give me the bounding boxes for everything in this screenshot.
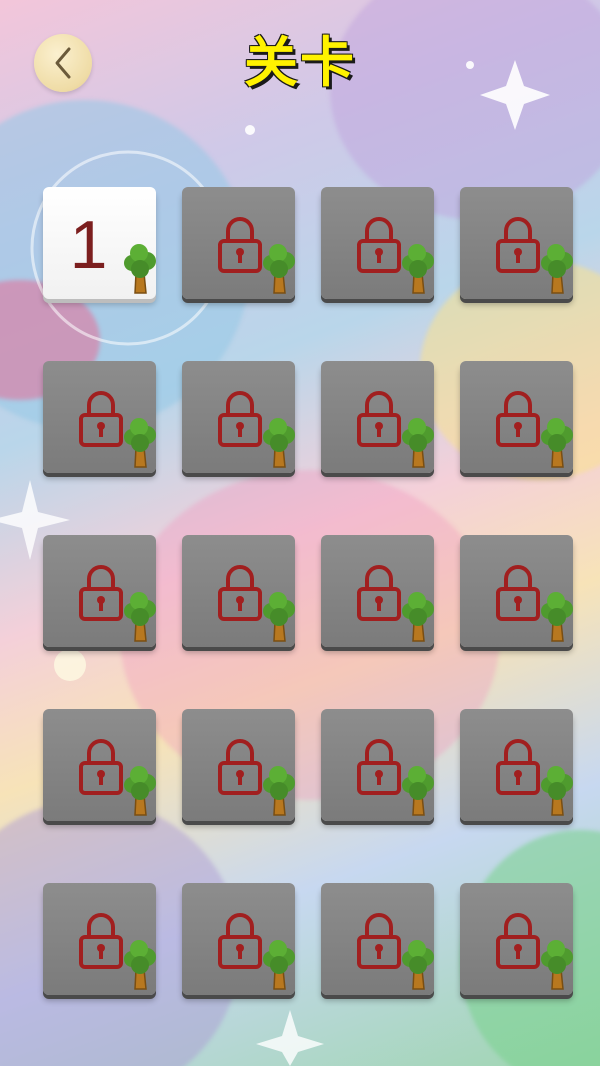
lock-icon xyxy=(357,739,401,795)
tree-icon xyxy=(124,418,156,468)
tree-icon xyxy=(402,244,434,294)
level-tile-locked[interactable] xyxy=(460,187,573,299)
level-tile-locked[interactable] xyxy=(321,187,434,299)
lock-icon xyxy=(357,391,401,447)
tree-icon xyxy=(541,418,573,468)
tree-icon xyxy=(402,940,434,990)
level-tile-locked[interactable] xyxy=(460,361,573,473)
level-tile-locked[interactable] xyxy=(182,535,295,647)
tree-icon xyxy=(124,766,156,816)
tree-icon xyxy=(124,244,156,294)
tree-icon xyxy=(263,592,295,642)
lock-icon xyxy=(357,565,401,621)
tree-icon xyxy=(263,418,295,468)
lock-icon xyxy=(496,739,540,795)
lock-icon xyxy=(218,565,262,621)
level-tile-locked[interactable] xyxy=(43,883,156,995)
tree-icon xyxy=(541,766,573,816)
level-tile-locked[interactable] xyxy=(460,709,573,821)
tree-icon xyxy=(402,592,434,642)
lock-icon xyxy=(218,913,262,969)
lock-icon xyxy=(496,217,540,273)
level-number: 1 xyxy=(69,207,108,283)
level-tile-locked[interactable] xyxy=(182,709,295,821)
tree-icon xyxy=(402,418,434,468)
tree-icon xyxy=(124,592,156,642)
tree-icon xyxy=(541,244,573,294)
level-tile-locked[interactable] xyxy=(460,883,573,995)
tree-icon xyxy=(402,766,434,816)
lock-icon xyxy=(79,913,123,969)
lock-icon xyxy=(218,391,262,447)
lock-icon xyxy=(218,739,262,795)
tree-icon xyxy=(541,592,573,642)
lock-icon xyxy=(79,565,123,621)
level-tile-locked[interactable] xyxy=(321,709,434,821)
level-tile-locked[interactable] xyxy=(321,361,434,473)
lock-icon xyxy=(79,391,123,447)
level-tile-locked[interactable] xyxy=(321,883,434,995)
tree-icon xyxy=(263,940,295,990)
lock-icon xyxy=(218,217,262,273)
sparkle-dot xyxy=(245,125,255,135)
lock-icon xyxy=(357,913,401,969)
lock-icon xyxy=(496,391,540,447)
page-title: 关卡 xyxy=(244,31,356,94)
level-tile-locked[interactable] xyxy=(321,535,434,647)
tree-icon xyxy=(263,766,295,816)
level-grid: 1 xyxy=(43,187,573,995)
level-tile-locked[interactable] xyxy=(43,709,156,821)
lock-icon xyxy=(496,565,540,621)
lock-icon xyxy=(79,739,123,795)
tree-icon xyxy=(124,940,156,990)
level-tile-locked[interactable] xyxy=(182,361,295,473)
tree-icon xyxy=(541,940,573,990)
level-tile-locked[interactable] xyxy=(182,883,295,995)
tree-icon xyxy=(263,244,295,294)
level-tile-locked[interactable] xyxy=(43,361,156,473)
lock-icon xyxy=(357,217,401,273)
level-tile-locked[interactable] xyxy=(460,535,573,647)
sparkle-shape xyxy=(256,1010,324,1066)
level-tile-unlocked[interactable]: 1 xyxy=(43,187,156,299)
lock-icon xyxy=(496,913,540,969)
level-tile-locked[interactable] xyxy=(43,535,156,647)
level-tile-locked[interactable] xyxy=(182,187,295,299)
